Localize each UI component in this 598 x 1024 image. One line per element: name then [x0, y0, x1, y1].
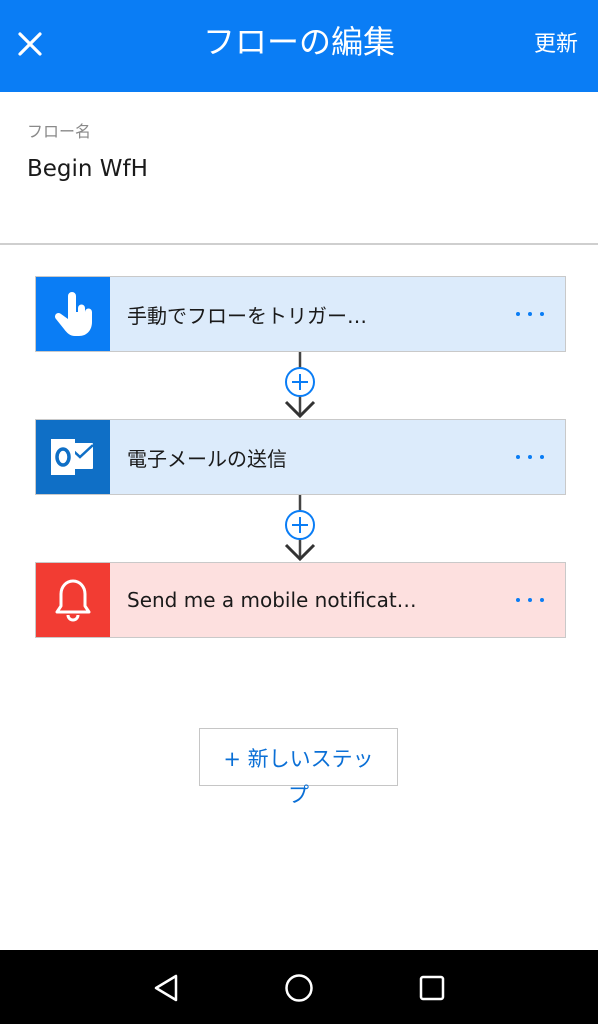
more-options-button[interactable] [495, 277, 565, 351]
recents-square-icon [419, 975, 445, 1001]
step-icon-box [36, 277, 110, 351]
update-button[interactable]: 更新 [534, 30, 578, 60]
dot [540, 455, 544, 459]
dot [528, 598, 532, 602]
outlook-icon [51, 439, 94, 475]
dot [516, 455, 520, 459]
step-connector [278, 495, 322, 563]
step-card-send-email[interactable]: 電子メールの送信 [35, 419, 566, 495]
step-icon-box [36, 420, 110, 494]
step-card-mobile-notification[interactable]: Send me a mobile notificat… [35, 562, 566, 638]
flow-name-label: フロー名 [27, 122, 92, 141]
add-step-button[interactable] [285, 367, 315, 397]
page-title: フローの編集 [202, 23, 395, 61]
touch-icon [54, 292, 92, 336]
more-options-button[interactable] [495, 420, 565, 494]
new-step-label-line2: プ [288, 783, 309, 807]
flow-name-field[interactable]: Begin WfH [27, 156, 148, 182]
app-bar: フローの編集 更新 [0, 0, 598, 92]
add-step-button[interactable] [285, 510, 315, 540]
dot [540, 598, 544, 602]
new-step-label-line1: + 新しいステッ [223, 747, 374, 771]
step-label: Send me a mobile notificat… [127, 588, 417, 612]
recents-button[interactable] [412, 968, 452, 1008]
divider [0, 243, 598, 245]
bell-icon [55, 579, 91, 622]
step-icon-box [36, 563, 110, 637]
more-options-button[interactable] [495, 563, 565, 637]
step-connector [278, 352, 322, 420]
dot [516, 312, 520, 316]
back-triangle-icon [154, 974, 178, 1002]
step-card-trigger[interactable]: 手動でフローをトリガー… [35, 276, 566, 352]
step-label: 電子メールの送信 [127, 446, 287, 471]
home-circle-icon [285, 974, 313, 1002]
system-nav-bar [0, 950, 598, 1024]
back-button[interactable] [146, 968, 186, 1008]
dot [540, 312, 544, 316]
dot [528, 455, 532, 459]
dot [516, 598, 520, 602]
home-button[interactable] [279, 968, 319, 1008]
dot [528, 312, 532, 316]
step-label: 手動でフローをトリガー… [127, 303, 367, 328]
